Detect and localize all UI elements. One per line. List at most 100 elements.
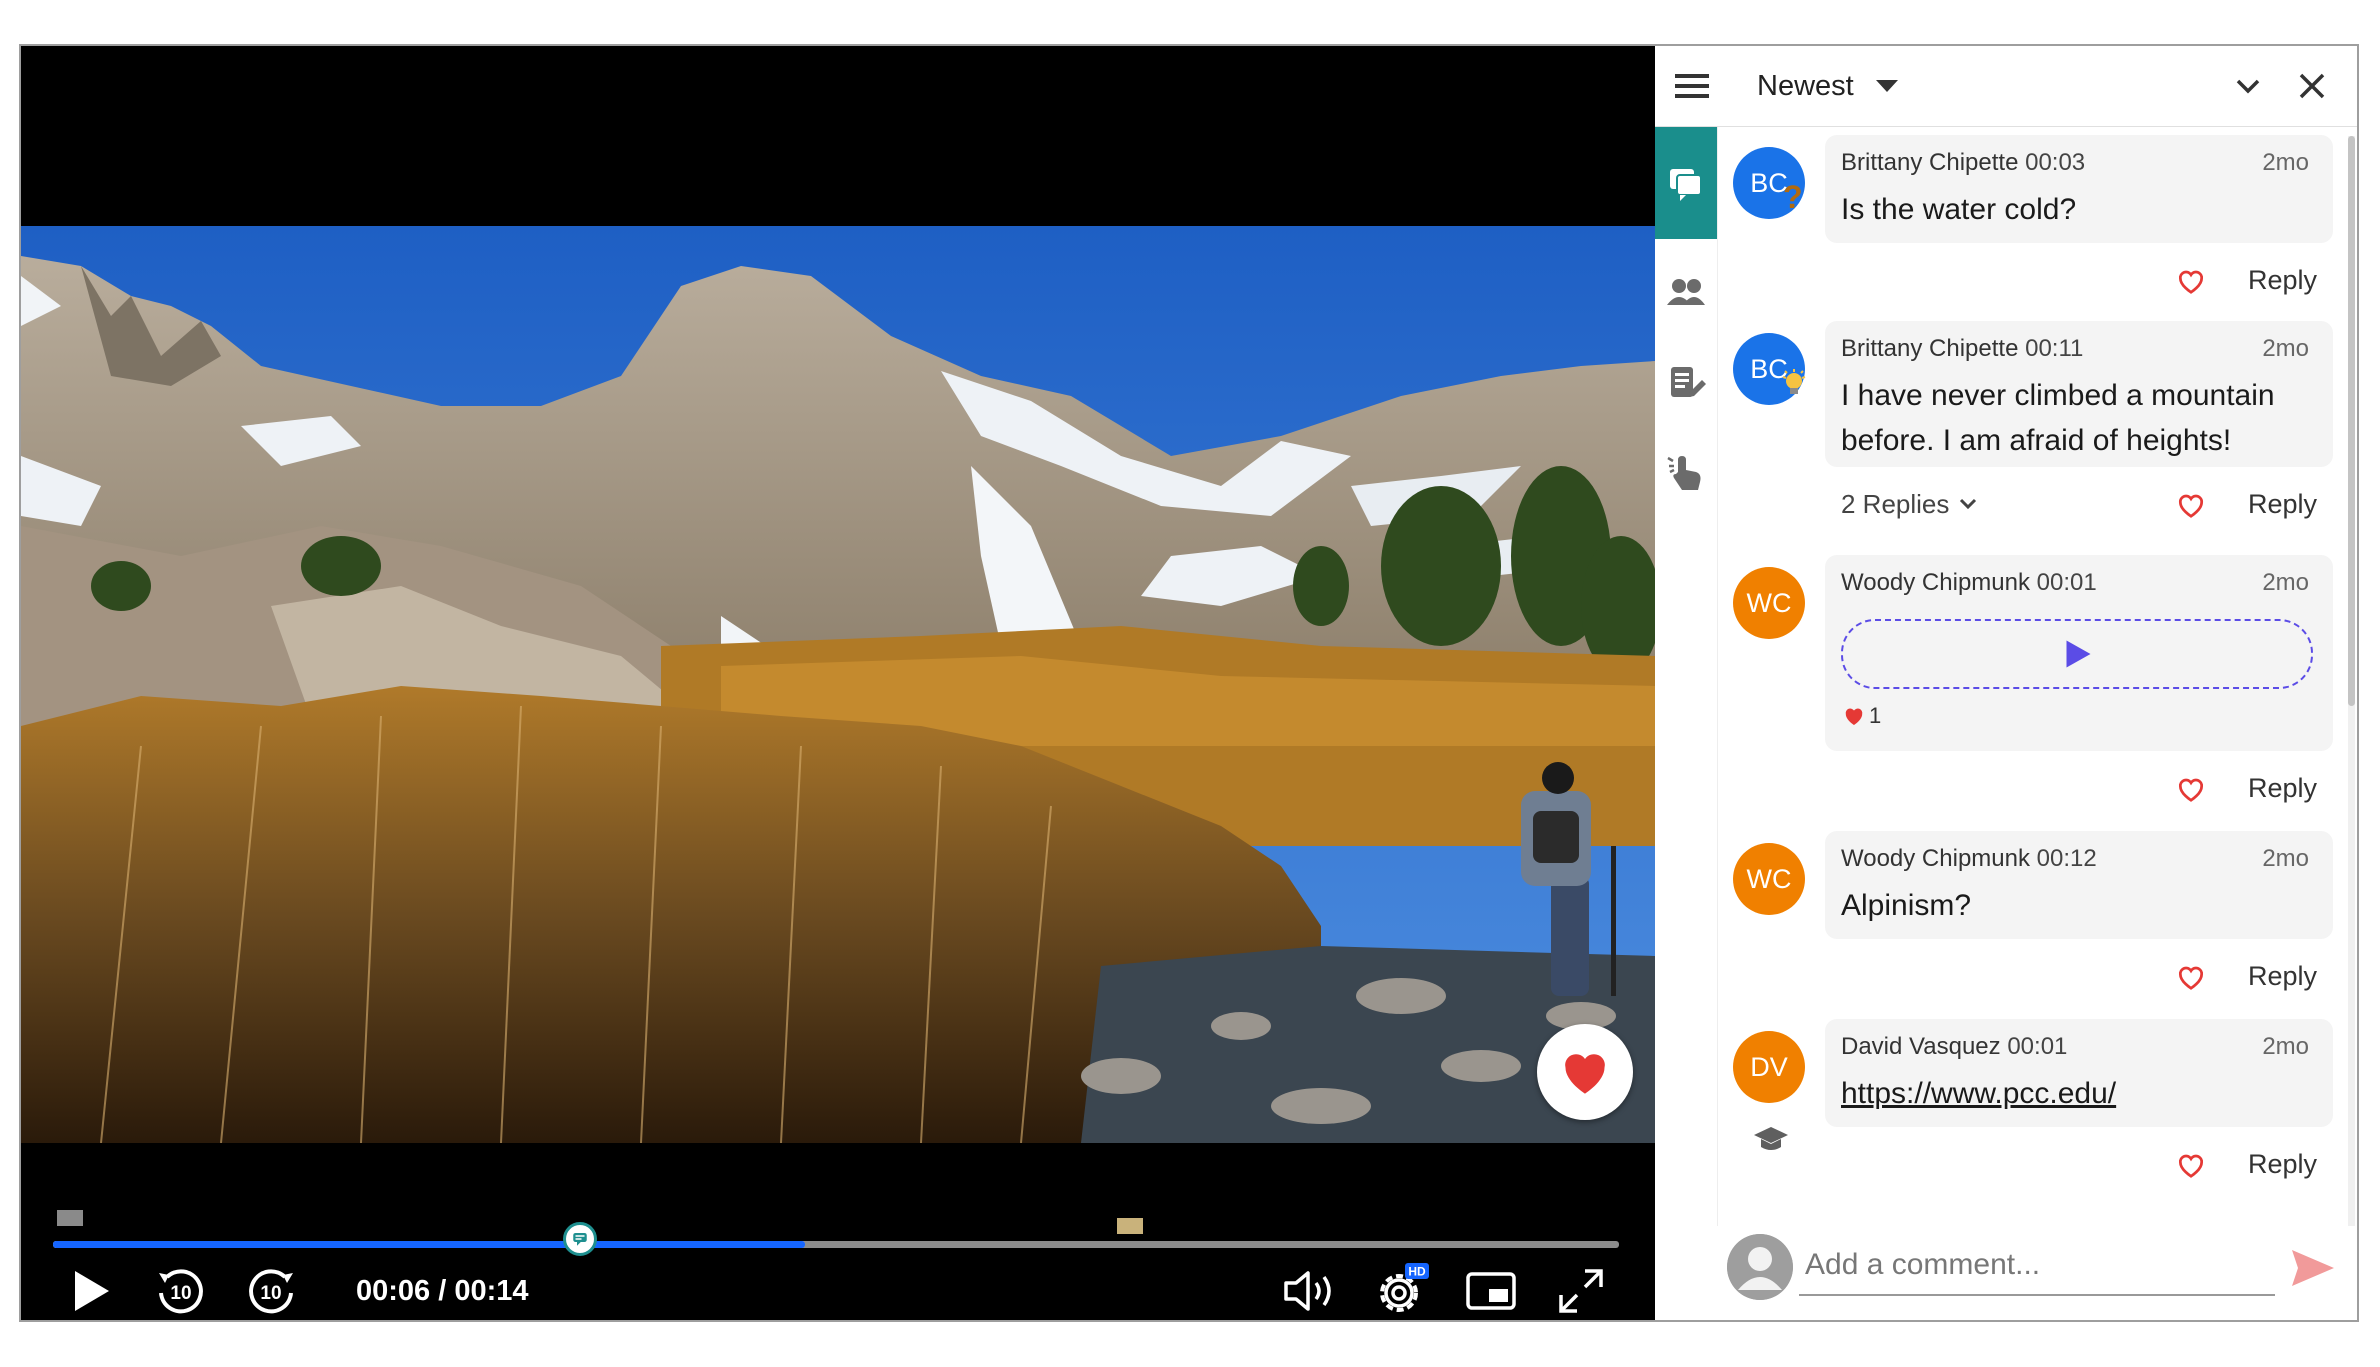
settings-button[interactable]: HD	[1366, 1261, 1436, 1320]
comment-age: 2mo	[2262, 845, 2309, 872]
play-button[interactable]	[61, 1261, 121, 1320]
app-window: 10 10 00:06 / 00:14 HD Newest BC ? Britt…	[19, 44, 2359, 1322]
show-replies-button[interactable]: 2 Replies	[1841, 481, 1977, 527]
send-icon	[2292, 1250, 2334, 1286]
sort-dropdown[interactable]: Newest	[1757, 46, 1898, 126]
timeline-comment-marker[interactable]	[1117, 1218, 1143, 1234]
comment-input[interactable]	[1799, 1236, 2275, 1296]
rail-notes-tab[interactable]	[1655, 347, 1717, 417]
settings-icon: HD	[1380, 1263, 1429, 1312]
comment-item: BC ? Brittany Chipette 00:03 2mo Is the …	[1717, 135, 2347, 305]
like-comment-button[interactable]	[2171, 263, 2211, 299]
reply-button[interactable]: Reply	[2248, 953, 2317, 999]
reply-button[interactable]: Reply	[2248, 481, 2317, 527]
people-icon	[1667, 279, 1705, 305]
send-button[interactable]	[2287, 1242, 2339, 1294]
comment-item: WC Woody Chipmunk 00:01 2mo 1 Reply	[1717, 555, 2347, 825]
avatar[interactable]: DV	[1733, 1031, 1805, 1103]
rewind-10-button[interactable]: 10	[146, 1261, 216, 1320]
rewind-10-icon: 10	[159, 1269, 203, 1314]
comment-age: 2mo	[2262, 1033, 2309, 1060]
comments-icon	[1670, 169, 1702, 201]
comment-author[interactable]: Woody Chipmunk 00:12	[1841, 845, 2097, 873]
rewind-10-label: 10	[170, 1283, 191, 1304]
reply-button[interactable]: Reply	[2248, 765, 2317, 811]
comment-text: https://www.pcc.edu/	[1841, 1071, 2321, 1116]
forward-10-button[interactable]: 10	[236, 1261, 306, 1320]
rail-people-tab[interactable]	[1655, 257, 1717, 327]
collapse-button[interactable]	[2223, 46, 2273, 126]
time-display: 00:06 / 00:14	[356, 1261, 529, 1320]
video-frame[interactable]	[21, 226, 1655, 1143]
comment-bubble: Brittany Chipette 00:03 2mo Is the water…	[1825, 135, 2333, 243]
reply-button[interactable]: Reply	[2248, 1141, 2317, 1187]
like-comment-button[interactable]	[2171, 959, 2211, 995]
reply-button[interactable]: Reply	[2248, 257, 2317, 303]
avatar-initials: WC	[1746, 863, 1792, 894]
panel-rail	[1655, 127, 1718, 1320]
comment-age: 2mo	[2262, 149, 2309, 176]
avatar[interactable]: WC	[1733, 567, 1805, 639]
comment-text: Alpinism?	[1841, 889, 1972, 922]
comment-composer	[1717, 1226, 2357, 1320]
panel-header: Newest	[1655, 46, 2357, 127]
heart-outline-icon	[2178, 1154, 2204, 1178]
menu-icon	[1675, 74, 1709, 98]
comment-timestamp: 00:03	[2025, 149, 2086, 176]
timeline-comment-pin[interactable]	[563, 1222, 597, 1256]
comment-age: 2mo	[2262, 335, 2309, 362]
audio-comment-player[interactable]	[1841, 619, 2313, 689]
comment-text: I have never climbed a mountain before. …	[1841, 379, 2275, 457]
heart-icon	[1565, 1054, 1605, 1094]
video-player[interactable]: 10 10 00:06 / 00:14 HD	[21, 46, 1655, 1320]
comment-bubble: Woody Chipmunk 00:01 2mo 1	[1825, 555, 2333, 751]
fullscreen-button[interactable]	[1546, 1261, 1616, 1320]
comments-feed[interactable]: BC ? Brittany Chipette 00:03 2mo Is the …	[1717, 127, 2357, 1267]
like-comment-button[interactable]	[2171, 771, 2211, 807]
rail-interactions-tab[interactable]	[1655, 439, 1717, 509]
feed-scrollbar[interactable]	[2348, 136, 2355, 1266]
close-icon	[2299, 73, 2325, 99]
timeline-comment-marker[interactable]	[57, 1210, 83, 1226]
lightbulb-badge-icon	[1782, 369, 1806, 394]
heart-outline-icon	[2178, 270, 2204, 294]
like-comment-button[interactable]	[2171, 1147, 2211, 1183]
timeline[interactable]	[53, 1210, 1619, 1256]
volume-button[interactable]	[1276, 1261, 1346, 1320]
like-comment-button[interactable]	[2171, 487, 2211, 523]
comment-actions: Reply	[1825, 953, 2333, 999]
menu-button[interactable]	[1663, 46, 1721, 126]
comment-like-count: 1	[1843, 703, 1881, 729]
comment-timestamp: 00:01	[2036, 569, 2097, 596]
user-avatar	[1727, 1234, 1793, 1300]
rail-comments-tab[interactable]	[1655, 127, 1717, 239]
heart-outline-icon	[2178, 494, 2204, 518]
forward-10-label: 10	[260, 1283, 281, 1304]
question-badge-icon: ?	[1783, 179, 1803, 215]
time-separator: /	[438, 1275, 447, 1307]
chevron-down-icon	[2236, 79, 2260, 94]
heart-icon	[1845, 708, 1863, 726]
comment-author[interactable]: Brittany Chipette 00:11	[1841, 335, 2083, 363]
comment-author[interactable]: Woody Chipmunk 00:01	[1841, 569, 2097, 597]
picture-in-picture-button[interactable]	[1456, 1261, 1526, 1320]
comment-bubble: David Vasquez 00:01 2mo https://www.pcc.…	[1825, 1019, 2333, 1127]
comment-author[interactable]: Brittany Chipette 00:03	[1841, 149, 2085, 177]
caret-down-icon	[1875, 80, 1898, 92]
comment-author[interactable]: David Vasquez 00:01	[1841, 1033, 2067, 1061]
comment-item: WC Woody Chipmunk 00:12 2mo Alpinism? Re…	[1717, 831, 2347, 1001]
player-controls: 10 10 00:06 / 00:14 HD	[21, 1261, 1655, 1320]
like-video-button[interactable]	[1537, 1024, 1633, 1120]
avatar[interactable]: WC	[1733, 843, 1805, 915]
scrollbar-thumb[interactable]	[2348, 136, 2355, 706]
comment-timestamp: 00:12	[2036, 845, 2097, 872]
duration: 00:14	[454, 1275, 529, 1307]
close-button[interactable]	[2287, 46, 2337, 126]
comment-link[interactable]: https://www.pcc.edu/	[1841, 1077, 2116, 1110]
comment-text: Is the water cold?	[1841, 193, 2077, 226]
comment-item: DV David Vasquez 00:01 2mo https://www.p…	[1717, 1019, 2347, 1209]
play-icon	[75, 1271, 109, 1311]
comment-item: BC Brittany Chipette 00:11 2mo I have ne…	[1717, 321, 2347, 571]
volume-icon	[1284, 1271, 1331, 1311]
comment-bubble: Woody Chipmunk 00:12 2mo Alpinism?	[1825, 831, 2333, 939]
